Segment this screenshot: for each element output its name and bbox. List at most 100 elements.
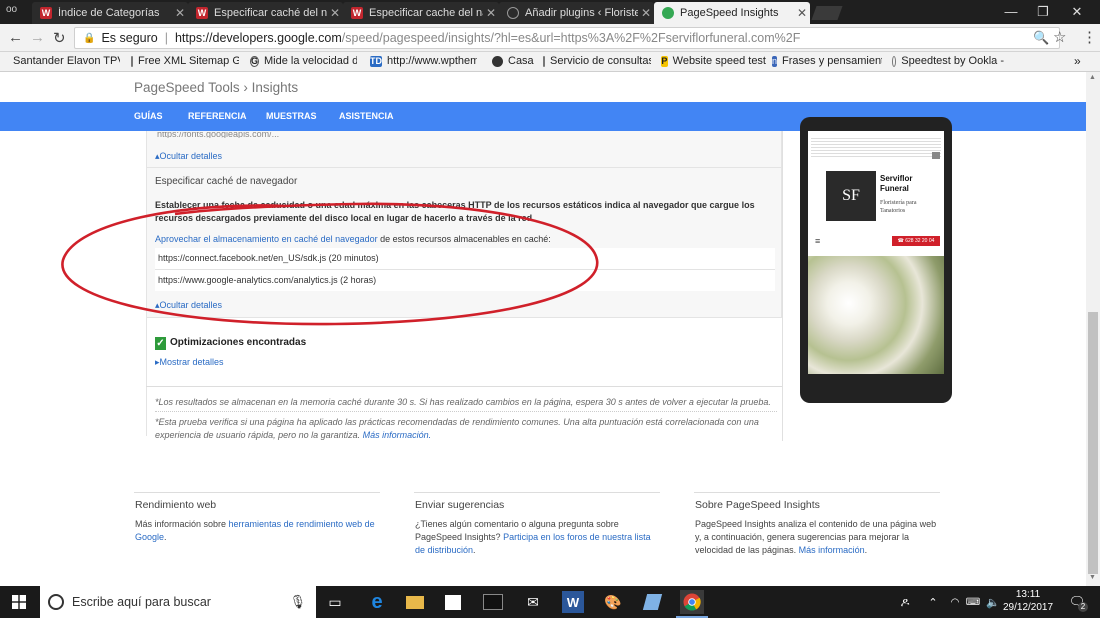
tab-close-icon[interactable]: ✕ <box>794 6 810 20</box>
microphone-icon[interactable]: 🎙 <box>289 594 306 610</box>
tab-close-icon[interactable]: ✕ <box>483 6 499 20</box>
bookmark-label: Speedtest by Ookla - <box>901 55 1004 67</box>
speedtest-icon <box>892 55 897 67</box>
bookmark-label: Mide la velocidad de <box>264 55 357 67</box>
lock-icon: 🔒 <box>83 32 96 44</box>
edge-icon[interactable]: e <box>366 591 388 613</box>
mobile-preview-screen: SF Serviflor Funeral Floristería para Ta… <box>808 131 944 374</box>
more-info-link[interactable]: Más información. <box>363 430 432 440</box>
vertical-scrollbar[interactable]: ▲ ▼ <box>1086 72 1100 586</box>
menu-icon[interactable]: ⋮ <box>1082 28 1097 46</box>
scrollbar-thumb[interactable] <box>1088 312 1098 574</box>
search-placeholder: Escribe aquí para buscar <box>72 595 211 609</box>
browser-toolbar: ← → ↻ 🔒 Es seguro | https://developers.g… <box>0 24 1100 52</box>
app-icon[interactable] <box>482 591 504 613</box>
preview-menu-icon: ≡ <box>815 236 821 246</box>
hide-details-link[interactable]: ▴Ocultar detalles <box>155 151 222 162</box>
notepad-icon[interactable] <box>641 591 663 613</box>
bookmark-item[interactable]: P Website speed test <box>661 55 766 67</box>
scroll-up-icon[interactable]: ▲ <box>1089 74 1096 81</box>
tab-close-icon[interactable]: ✕ <box>638 6 654 20</box>
bookmark-item[interactable]: G Mide la velocidad de <box>250 55 357 67</box>
bookmark-item[interactable]: TD http://www.wptheme <box>370 55 477 67</box>
keyboard-icon[interactable]: ⌨ <box>962 591 984 613</box>
pagespeed-favicon-icon <box>662 7 674 19</box>
breadcrumb-separator-icon: › <box>243 80 248 95</box>
minimize-icon[interactable]: — <box>996 4 1026 19</box>
restore-icon[interactable]: ❐ <box>1028 4 1058 20</box>
bookmark-item[interactable]: Free XML Sitemap Ge <box>131 55 239 67</box>
tab-4[interactable]: Añadir plugins ‹ Floristeri ✕ <box>499 2 654 24</box>
more-bookmarks-icon[interactable]: » <box>1074 54 1081 68</box>
clock-date: 29/12/2017 <box>1003 602 1054 613</box>
scroll-down-icon[interactable]: ▼ <box>1089 574 1096 581</box>
task-view-icon[interactable]: ▭ <box>324 591 346 613</box>
tab-close-icon[interactable]: ✕ <box>172 6 188 20</box>
reload-icon[interactable]: ↻ <box>53 29 66 47</box>
footer-text-end: . <box>164 532 167 542</box>
preview-header-text <box>811 136 941 158</box>
nav-guias[interactable]: GUÍAS <box>134 111 163 121</box>
preview-call-button: ☎ 628 32 20 04 <box>892 236 940 246</box>
people-icon[interactable]: ዶ <box>894 591 916 613</box>
address-bar[interactable]: 🔒 Es seguro | https://developers.google.… <box>74 27 1060 49</box>
window-close-icon[interactable]: ✕ <box>1062 4 1092 20</box>
bookmarks-bar: Santander Elavon TPV Free XML Sitemap Ge… <box>0 52 1100 72</box>
cache-note: *Los resultados se almacenan en la memor… <box>155 397 771 407</box>
incognito-icon: oo <box>6 4 18 15</box>
show-details-link[interactable]: ▸Mostrar detalles <box>155 357 224 368</box>
notification-count-badge: 2 <box>1078 602 1088 612</box>
footer-link[interactable]: Más información <box>799 545 865 555</box>
new-tab-button[interactable] <box>811 6 843 20</box>
bookmark-label: http://www.wptheme <box>387 55 477 67</box>
tab-close-icon[interactable]: ✕ <box>327 6 343 20</box>
tab-5-active[interactable]: PageSpeed Insights ✕ <box>654 2 810 24</box>
footer-text: Más información sobre herramientas de re… <box>135 518 375 544</box>
preview-logo: SF <box>826 171 876 221</box>
taskbar-clock[interactable]: 13:11 29/12/2017 <box>1003 588 1053 614</box>
windows-start-icon[interactable] <box>8 591 30 613</box>
bookmark-label: Casa <box>508 55 534 67</box>
tab-1[interactable]: W Índice de Categorías ✕ <box>32 2 188 24</box>
home-icon <box>492 55 503 67</box>
zoom-icon[interactable]: 🔍 <box>1033 30 1049 46</box>
file-explorer-icon[interactable] <box>404 591 426 613</box>
tray-chevron-icon[interactable]: ⌃ <box>922 591 944 613</box>
volume-icon[interactable]: 🔈 <box>982 591 1004 613</box>
back-icon[interactable]: ← <box>8 29 23 46</box>
nav-muestras[interactable]: MUESTRAS <box>266 111 317 121</box>
address-divider: | <box>164 31 168 45</box>
bookmark-label: Free XML Sitemap Ge <box>138 55 239 67</box>
chrome-icon[interactable] <box>680 590 704 614</box>
footer-text-body: Más información sobre <box>135 519 229 529</box>
tab-title: Especificar caché del nav <box>214 7 327 19</box>
bookmark-item[interactable]: Santander Elavon TPV <box>8 55 120 67</box>
bookmark-item[interactable]: Speedtest by Ookla - <box>892 55 1004 67</box>
notes-divider-dotted <box>155 411 777 412</box>
nav-referencia[interactable]: REFERENCIA <box>188 111 247 121</box>
notes-divider <box>146 386 782 387</box>
bookmark-item[interactable]: Servicio de consultas <box>543 55 651 67</box>
tab-title: Añadir plugins ‹ Floristeri <box>525 7 638 19</box>
nav-asistencia[interactable]: ASISTENCIA <box>339 111 394 121</box>
url-path: /speed/pagespeed/insights/?hl=es&url=htt… <box>341 31 801 45</box>
section-name[interactable]: Insights <box>252 80 299 95</box>
tab-2[interactable]: W Especificar caché del nav ✕ <box>188 2 343 24</box>
page-content: PageSpeed Tools › Insights GUÍAS REFEREN… <box>0 72 1086 586</box>
tab-3[interactable]: W Especificar cache del nav ✕ <box>343 2 499 24</box>
bookmark-item[interactable]: Casa <box>492 55 540 67</box>
forward-icon[interactable]: → <box>30 29 45 46</box>
url-host: https://developers.google.com <box>174 31 342 45</box>
tab-title: Especificar cache del nav <box>369 7 483 19</box>
brand-name[interactable]: PageSpeed Tools <box>134 80 240 95</box>
word-icon[interactable]: W <box>562 591 584 613</box>
paint-icon[interactable]: 🎨 <box>602 591 624 613</box>
w-favicon-icon: W <box>40 7 52 19</box>
bookmark-item[interactable]: n Frases y pensamiento <box>772 55 882 67</box>
taskbar-search-box[interactable]: Escribe aquí para buscar 🎙 <box>40 586 316 618</box>
verification-note-text: *Esta prueba verifica si una página ha a… <box>155 417 759 440</box>
bookmark-star-icon[interactable]: ☆ <box>1053 28 1066 46</box>
footer-text-end: . <box>864 545 868 555</box>
mail-icon[interactable]: ✉ <box>522 591 544 613</box>
store-icon[interactable] <box>442 591 464 613</box>
